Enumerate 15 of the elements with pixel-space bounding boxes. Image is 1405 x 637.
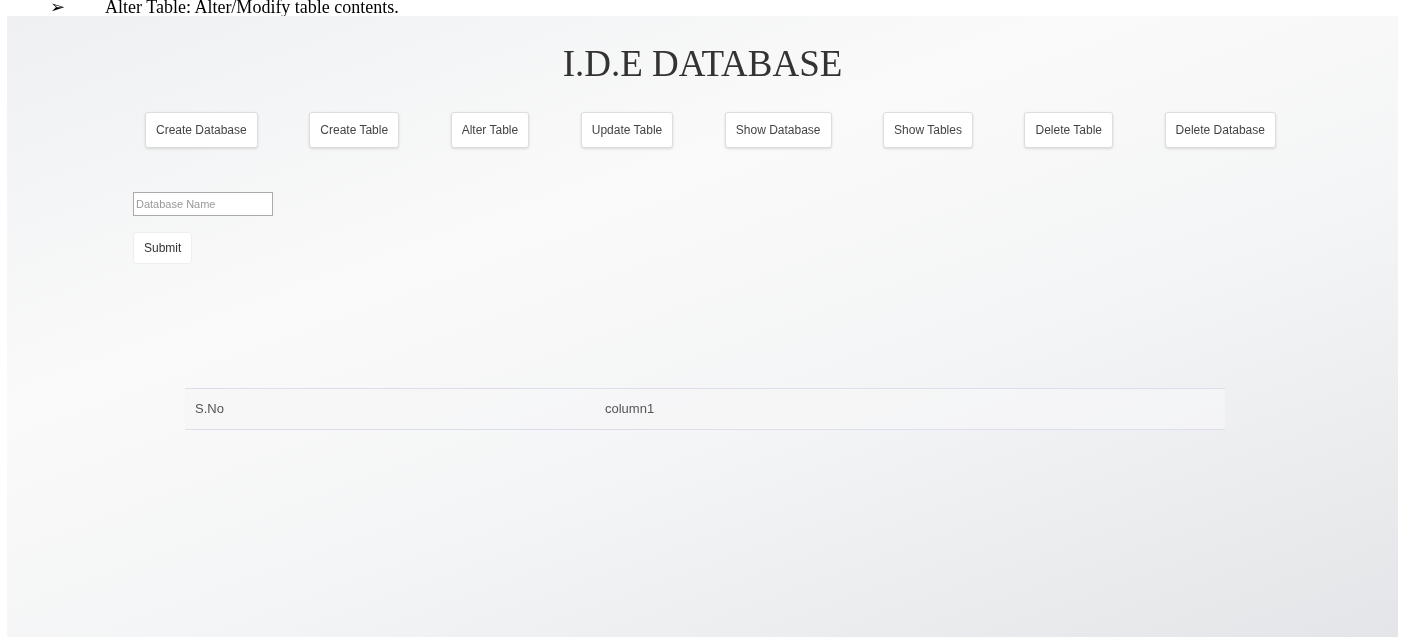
nav-button[interactable]: Delete Database [1164,111,1276,148]
page-title: I.D.E DATABASE [562,42,843,86]
nav-button[interactable]: Show Database [724,111,832,148]
database-name-field[interactable]: Database Name [133,191,273,216]
document-text: Alter Table: Alter/Modify table contents. [105,0,399,16]
nav-button[interactable]: Create Table [309,111,400,148]
nav-button[interactable]: Alter Table [450,111,530,148]
nav-button[interactable]: Update Table [580,111,674,148]
bullet-arrow: ➢ [50,0,65,16]
column-header: column1 [605,399,655,418]
column-header: S.No [194,399,225,418]
submit-button[interactable]: Submit [133,231,193,264]
nav-button[interactable]: Delete Table [1024,111,1113,148]
nav-button[interactable]: Create Database [145,111,258,148]
nav-button[interactable]: Show Tables [883,111,973,148]
